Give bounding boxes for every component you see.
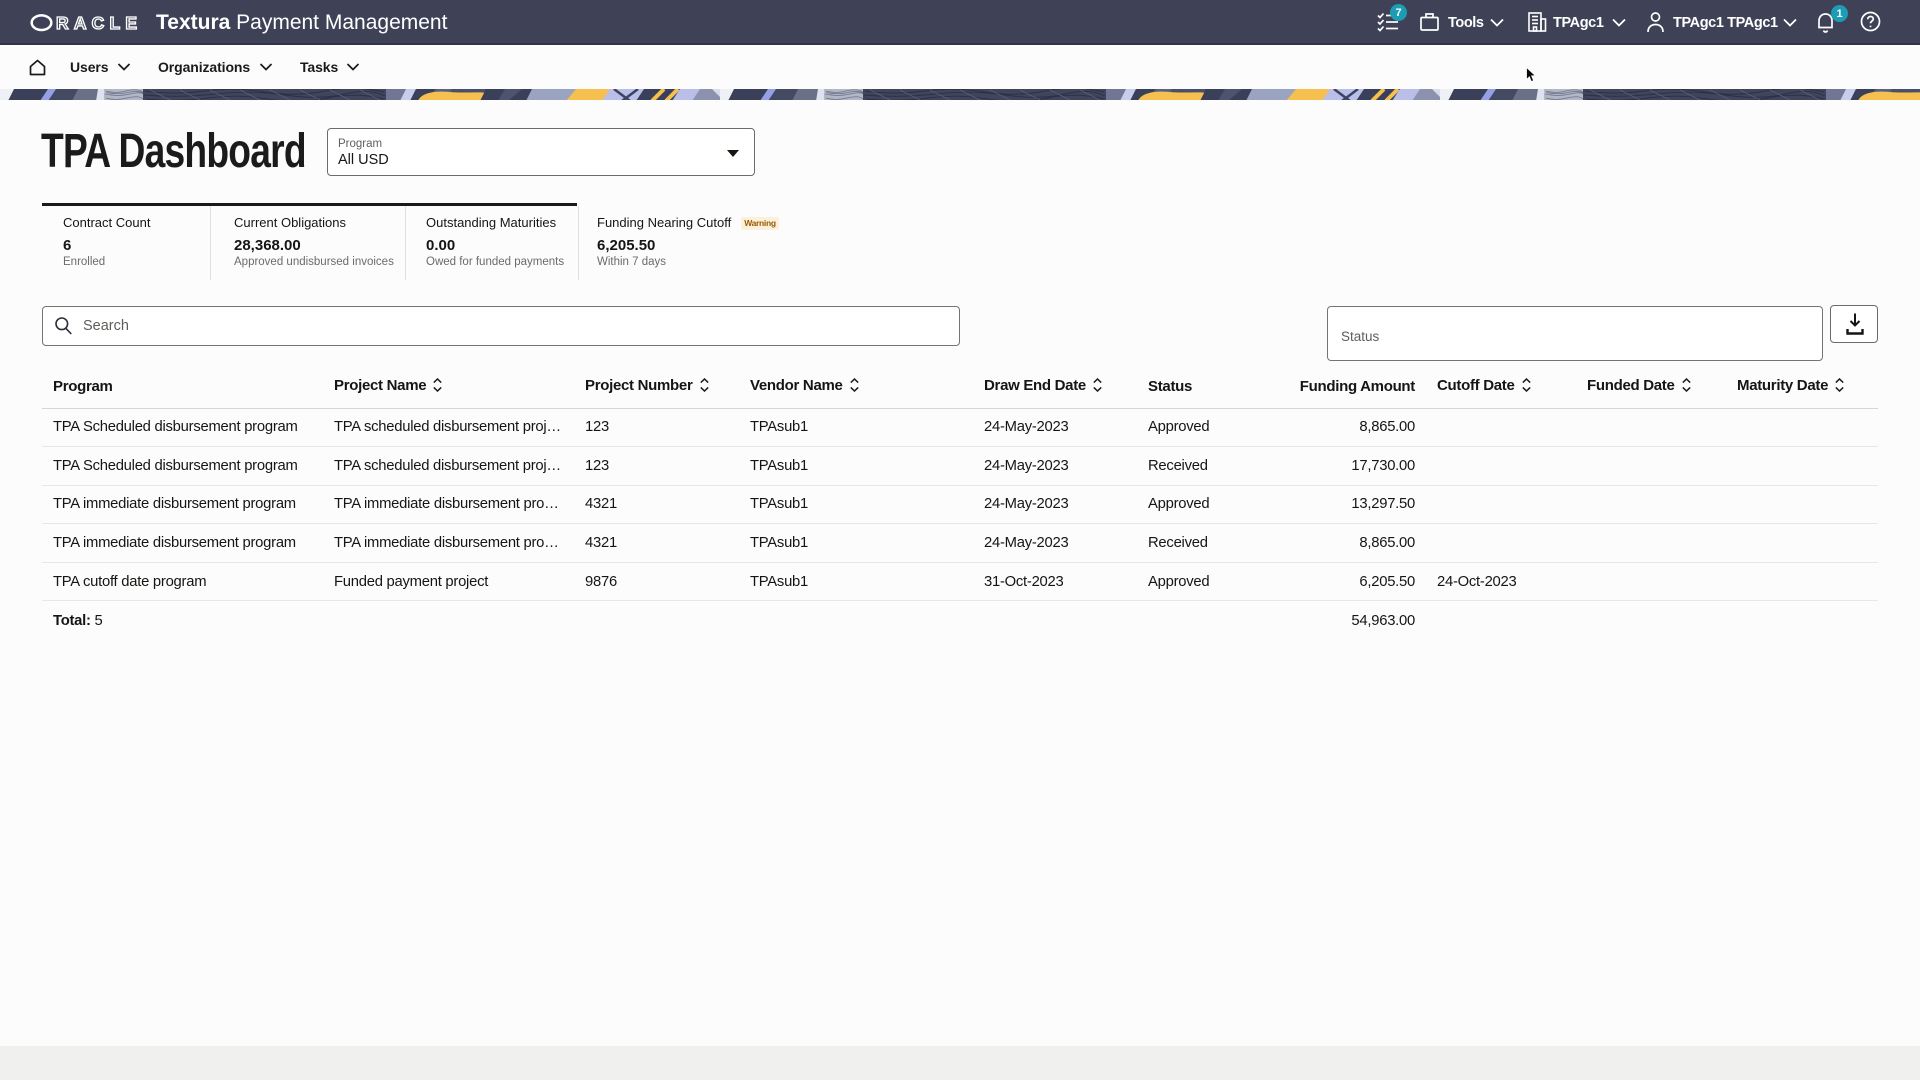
svg-text:RACLE: RACLE xyxy=(56,14,142,32)
